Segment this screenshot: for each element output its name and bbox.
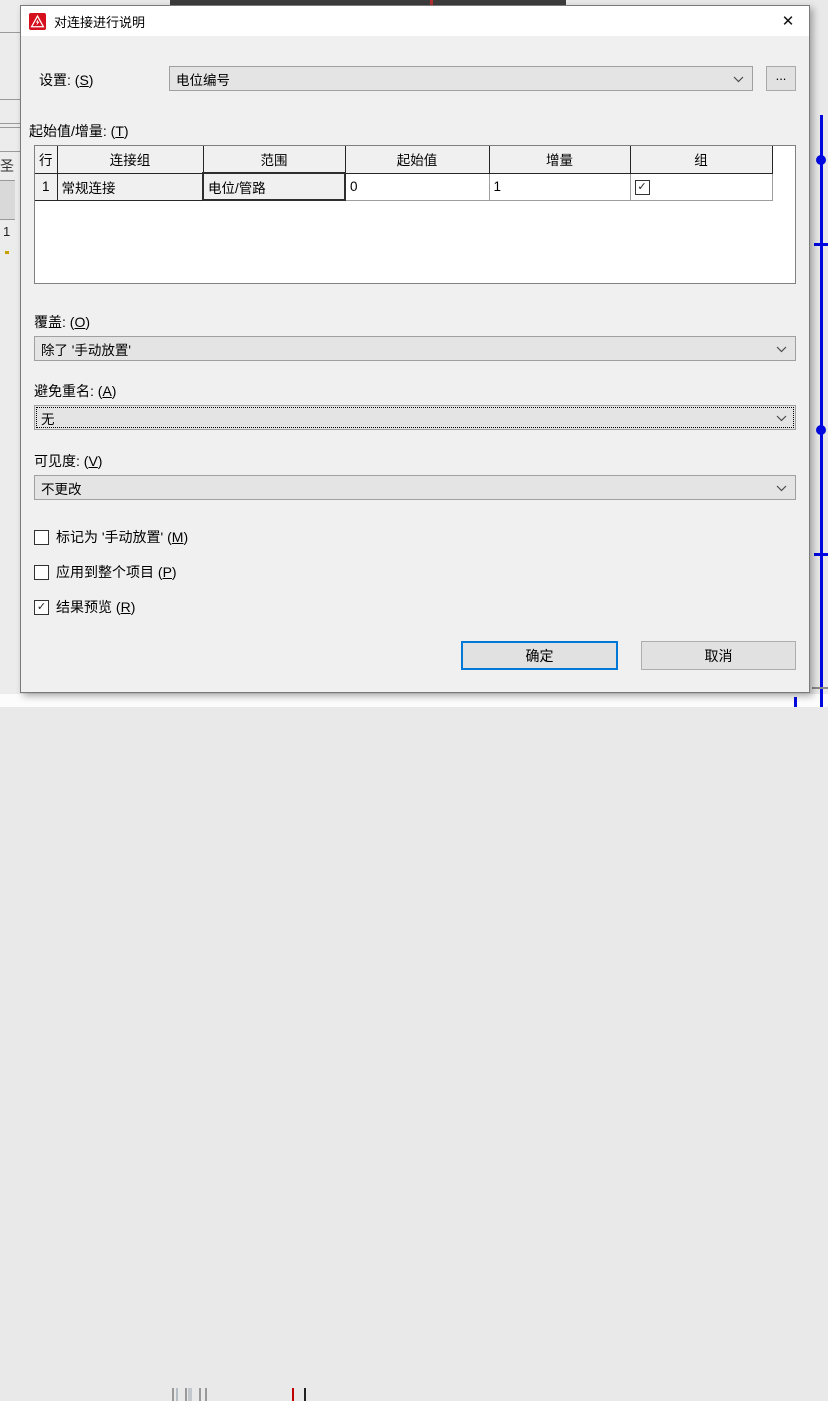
background-line bbox=[172, 1388, 174, 1401]
background-wire-branch bbox=[814, 243, 828, 246]
background-line bbox=[0, 151, 20, 152]
column-header-start-value: 起始值 bbox=[345, 146, 489, 174]
override-combobox[interactable]: 除了 '手动放置' bbox=[34, 336, 796, 361]
chevron-down-icon bbox=[776, 346, 787, 353]
background-line bbox=[812, 687, 828, 689]
background-wire-red bbox=[292, 1388, 294, 1401]
background-wire-blue bbox=[820, 115, 823, 707]
apply-project-label: 应用到整个项目 (P) bbox=[56, 562, 177, 582]
background-line bbox=[0, 123, 20, 124]
group-cell[interactable]: ✓ bbox=[630, 173, 772, 200]
apply-project-checkbox[interactable]: ✓ bbox=[34, 565, 49, 580]
background-wire-blue bbox=[794, 697, 797, 707]
column-header-connection-group: 连接组 bbox=[57, 146, 203, 174]
eplan-logo-icon bbox=[29, 13, 46, 30]
table-header-row: 行 连接组 范围 起始值 增量 组 bbox=[35, 146, 773, 174]
visibility-label: 可见度: (V) bbox=[34, 451, 102, 471]
apply-project-checkbox-row[interactable]: ✓ 应用到整个项目 (P) bbox=[34, 562, 177, 582]
title-bar[interactable]: 对连接进行说明 ✕ bbox=[21, 6, 809, 36]
result-preview-label: 结果预览 (R) bbox=[56, 597, 135, 617]
background-connection-dot bbox=[816, 155, 826, 165]
override-label: 覆盖: (O) bbox=[34, 312, 90, 332]
background-panel-fragment bbox=[0, 180, 15, 220]
background-line bbox=[199, 1388, 201, 1401]
mark-manual-checkbox[interactable]: ✓ bbox=[34, 530, 49, 545]
visibility-value: 不更改 bbox=[41, 478, 82, 498]
column-header-row: 行 bbox=[35, 146, 58, 174]
start-value-cell[interactable]: 0 bbox=[345, 173, 489, 200]
result-preview-checkbox[interactable]: ✓ bbox=[34, 600, 49, 615]
column-header-scope: 范围 bbox=[203, 146, 345, 174]
connections-table[interactable]: 行 连接组 范围 起始值 增量 组 1 常规连接 电位/管路 0 1 ✓ bbox=[34, 145, 796, 284]
increment-cell[interactable]: 1 bbox=[489, 173, 630, 200]
cancel-button[interactable]: 取消 bbox=[641, 641, 796, 670]
chevron-down-icon bbox=[733, 76, 744, 83]
check-icon: ✓ bbox=[37, 602, 46, 613]
start-increment-label: 起始值/增量: (T) bbox=[29, 121, 129, 141]
ellipsis-icon: ... bbox=[776, 68, 787, 83]
override-value: 除了 '手动放置' bbox=[41, 339, 131, 359]
avoid-duplicates-combobox[interactable]: 无 bbox=[34, 405, 796, 430]
result-preview-checkbox-row[interactable]: ✓ 结果预览 (R) bbox=[34, 597, 135, 617]
background-wire-branch bbox=[814, 553, 828, 556]
background-schematic-strip bbox=[0, 694, 828, 707]
background-line bbox=[205, 1388, 207, 1401]
row-number-cell[interactable]: 1 bbox=[35, 173, 58, 200]
chevron-down-icon bbox=[776, 485, 787, 492]
setting-combobox[interactable]: 电位编号 bbox=[169, 66, 753, 91]
background-line bbox=[176, 1388, 178, 1401]
background-line bbox=[0, 127, 20, 128]
background-line bbox=[0, 32, 20, 33]
background-line bbox=[188, 1388, 192, 1401]
close-icon: ✕ bbox=[782, 12, 795, 30]
background-marker bbox=[5, 251, 9, 254]
mark-manual-label: 标记为 '手动放置' (M) bbox=[56, 527, 188, 547]
column-header-increment: 增量 bbox=[489, 146, 630, 174]
background-line bbox=[0, 99, 20, 100]
scope-cell-selected[interactable]: 电位/管路 bbox=[203, 173, 345, 200]
chevron-down-icon bbox=[776, 415, 787, 422]
setting-label: 设置: (S) bbox=[39, 70, 93, 90]
mark-manual-checkbox-row[interactable]: ✓ 标记为 '手动放置' (M) bbox=[34, 527, 188, 547]
column-header-group: 组 bbox=[630, 146, 772, 174]
background-left-pane: 圣 1 bbox=[0, 0, 20, 707]
ok-button[interactable]: 确定 bbox=[461, 641, 618, 670]
background-line bbox=[185, 1388, 187, 1401]
setting-value: 电位编号 bbox=[176, 69, 230, 89]
dialog-title: 对连接进行说明 bbox=[54, 12, 145, 31]
group-checkbox[interactable]: ✓ bbox=[635, 180, 650, 195]
background-text-fragment: 1 bbox=[3, 224, 10, 239]
background-text-fragment: 圣 bbox=[0, 156, 14, 176]
annotate-connections-dialog: 对连接进行说明 ✕ 设置: (S) 电位编号 ... 起始值/增量: (T) 行… bbox=[20, 5, 810, 693]
close-button[interactable]: ✕ bbox=[767, 6, 809, 36]
background-wire-black bbox=[304, 1388, 306, 1401]
browse-settings-button[interactable]: ... bbox=[766, 66, 796, 91]
check-icon: ✓ bbox=[637, 182, 646, 193]
visibility-combobox[interactable]: 不更改 bbox=[34, 475, 796, 500]
table-row: 1 常规连接 电位/管路 0 1 ✓ bbox=[35, 173, 773, 200]
avoid-duplicates-value: 无 bbox=[41, 408, 55, 428]
background-connection-dot bbox=[816, 425, 826, 435]
avoid-duplicates-label: 避免重名: (A) bbox=[34, 381, 116, 401]
connection-group-cell[interactable]: 常规连接 bbox=[57, 173, 203, 200]
